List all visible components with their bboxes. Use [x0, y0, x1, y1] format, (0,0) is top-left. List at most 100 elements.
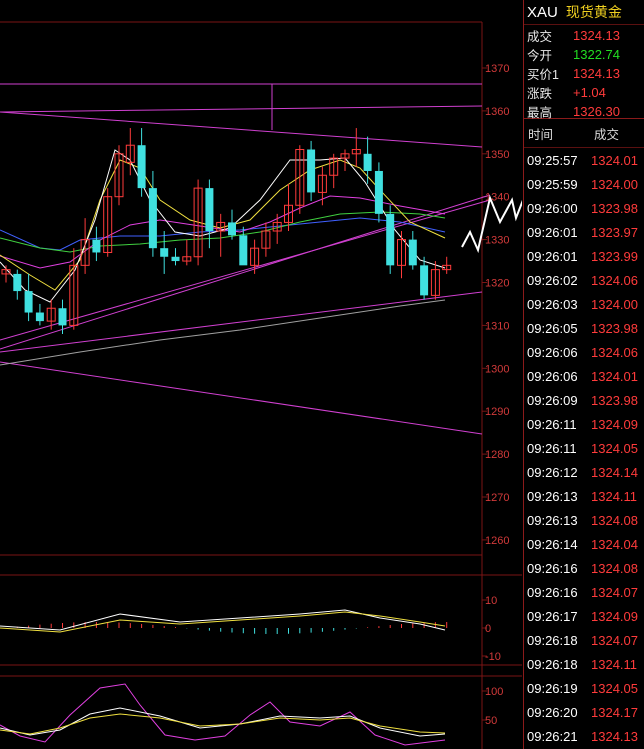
trade-row[interactable]: 09:25:59 1324.00 [524, 172, 644, 196]
trade-price: 1324.01 [591, 368, 638, 384]
trade-price: 1324.07 [591, 584, 638, 600]
trade-row[interactable]: 09:26:20 1324.17 [524, 700, 644, 724]
price-tick-label: 1350 [485, 149, 509, 161]
trade-row[interactable]: 09:26:06 1324.01 [524, 364, 644, 388]
quote-row: 买价1 1324.13 [524, 64, 644, 83]
trade-price: 1324.08 [591, 512, 638, 528]
trade-row[interactable]: 09:26:18 1324.07 [524, 628, 644, 652]
trade-row[interactable]: 09:26:16 1324.07 [524, 580, 644, 604]
trade-row[interactable]: 09:26:00 1323.98 [524, 196, 644, 220]
price-tick-label: 1360 [485, 106, 509, 118]
trade-row[interactable]: 09:26:01 1323.99 [524, 244, 644, 268]
trade-price: 1324.05 [591, 680, 638, 696]
price-tick-label: 1260 [485, 535, 509, 547]
candle-body-down [160, 248, 169, 257]
quote-value: 1324.13 [573, 66, 620, 81]
quote-summary: 成交 1324.13 今开 1322.74 买价1 1324.13 涨跌 +1.04 最高 132… [524, 25, 644, 120]
trade-row[interactable]: 09:26:11 1324.09 [524, 412, 644, 436]
kline-chart[interactable]: 1370 1360 1350 1340 1330 1320 1310 1300 1290 1280… [0, 0, 522, 749]
candle-body-down [408, 239, 417, 266]
osc-j-line [0, 713, 446, 735]
candle-body-down [205, 188, 214, 232]
trade-time: 09:26:21 [527, 728, 578, 744]
trade-price: 1323.98 [591, 392, 638, 408]
trade-row[interactable]: 09:26:13 1324.11 [524, 484, 644, 508]
quote-value: 1322.74 [573, 47, 620, 62]
trade-time: 09:26:16 [527, 584, 578, 600]
price-tick-label: 1310 [485, 320, 509, 332]
trade-time: 09:26:01 [527, 224, 578, 240]
trend-line [0, 111, 483, 148]
quote-value: 1324.13 [573, 28, 620, 43]
trades-header: 时间 成交 [524, 119, 644, 148]
trade-row[interactable]: 09:26:06 1324.06 [524, 340, 644, 364]
trade-price: 1324.06 [591, 344, 638, 360]
trend-line [0, 291, 483, 353]
quote-row: 涨跌 +1.04 [524, 83, 644, 102]
trade-price: 1323.98 [591, 320, 638, 336]
price-tick-label: 1320 [485, 278, 509, 290]
trade-time: 09:26:16 [527, 560, 578, 576]
trade-row[interactable]: 09:26:02 1324.06 [524, 268, 644, 292]
trade-time: 09:26:09 [527, 392, 578, 408]
trade-row[interactable]: 09:26:16 1324.08 [524, 556, 644, 580]
osc-d-line [0, 707, 446, 737]
macd-tick-label: -10 [485, 651, 501, 663]
macd-dif-line [0, 609, 446, 631]
quote-header: XAU 现货黄金 [524, 0, 644, 25]
trade-time: 09:25:59 [527, 176, 578, 192]
trade-row[interactable]: 09:26:09 1323.98 [524, 388, 644, 412]
price-tick-label: 1300 [485, 363, 509, 375]
candle-body-down [386, 213, 395, 266]
trade-row[interactable]: 09:26:21 1324.13 [524, 724, 644, 748]
trade-time: 09:26:01 [527, 248, 578, 264]
candle-body-down [228, 222, 236, 236]
trade-price: 1323.97 [591, 224, 638, 240]
trade-price: 1324.00 [591, 176, 638, 192]
candle-body-down [363, 153, 372, 171]
quote-row: 今开 1322.74 [524, 45, 644, 64]
trade-row[interactable]: 09:26:19 1324.05 [524, 676, 644, 700]
trade-time: 09:26:00 [527, 200, 578, 216]
quote-label: 今开 [527, 49, 553, 63]
trade-row[interactable]: 09:26:03 1324.00 [524, 292, 644, 316]
quote-label: 买价1 [527, 68, 559, 82]
trade-row[interactable]: 09:25:57 1324.01 [524, 148, 644, 172]
time-column-header: 时间 [528, 127, 554, 142]
trade-price: 1324.13 [591, 728, 638, 744]
trade-time: 09:26:11 [527, 416, 577, 432]
trade-row[interactable]: 09:26:14 1324.04 [524, 532, 644, 556]
osc-tick-label: 100 [485, 686, 503, 698]
trade-row[interactable]: 09:26:18 1324.11 [524, 652, 644, 676]
trade-row[interactable]: 09:26:13 1324.08 [524, 508, 644, 532]
macd-dea-line [0, 611, 446, 633]
candle-body-down [58, 308, 67, 326]
trade-price: 1324.04 [591, 536, 638, 552]
trade-price: 1324.05 [591, 440, 638, 456]
trade-row[interactable]: 09:26:17 1324.09 [524, 604, 644, 628]
price-tick-label: 1290 [485, 406, 509, 418]
trade-row[interactable]: 09:26:05 1323.98 [524, 316, 644, 340]
quote-panel: XAU 现货黄金 成交 1324.13 今开 1322.74 买价1 1324.13 涨跌 +… [523, 0, 644, 749]
trade-time: 09:26:11 [527, 440, 577, 456]
trade-list[interactable]: 09:25:57 1324.01 09:25:59 1324.00 09:26:00 13… [524, 148, 644, 748]
trade-price: 1324.00 [591, 296, 638, 312]
price-column-header: 成交 [594, 127, 620, 142]
candle-body-down [137, 145, 146, 189]
trade-price: 1324.01 [591, 152, 638, 168]
trade-price: 1323.99 [591, 248, 638, 264]
trade-price: 1324.14 [591, 464, 638, 480]
chart-svg[interactable]: 1370136013501340133013201310130012901280… [0, 0, 522, 749]
trade-time: 09:26:05 [527, 320, 578, 336]
price-tick-label: 1370 [485, 63, 509, 75]
trade-price: 1324.11 [591, 488, 638, 504]
trade-row[interactable]: 09:26:01 1323.97 [524, 220, 644, 244]
quote-label: 成交 [527, 30, 553, 44]
trade-row[interactable]: 09:26:12 1324.14 [524, 460, 644, 484]
trade-time: 09:26:17 [527, 608, 578, 624]
trade-row[interactable]: 09:26:11 1324.05 [524, 436, 644, 460]
trade-price: 1323.98 [591, 200, 638, 216]
trade-time: 09:26:20 [527, 704, 578, 720]
quote-value: +1.04 [573, 85, 606, 100]
candle-body-down [35, 312, 44, 322]
